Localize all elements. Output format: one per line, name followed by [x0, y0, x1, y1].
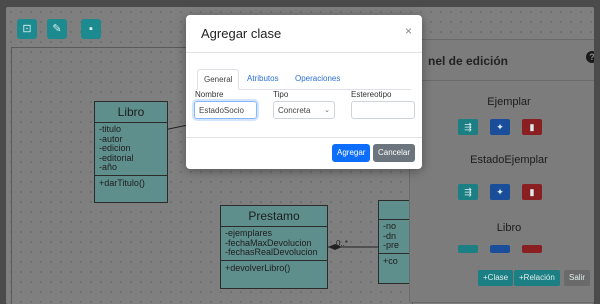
edit-button[interactable]: ✦ — [490, 184, 510, 200]
stereotype-input[interactable] — [351, 101, 415, 119]
chevron-down-icon: ⌄ — [324, 107, 330, 114]
edit-panel: nel de edición ? Ejemplar ⇶ ✦ ▮ EstadoEj… — [409, 39, 594, 303]
relation-icon: ⇶ — [464, 187, 472, 197]
add-class-dialog: Agregar clase × General Atributos Operac… — [186, 15, 422, 169]
panel-item-label: Libro — [496, 222, 522, 234]
class-name: Prestamo — [221, 206, 327, 227]
class-operations: +devolverLibro() — [221, 261, 327, 275]
add-relation-button[interactable]: +Relación — [514, 270, 560, 286]
relation-button[interactable]: ⇶ — [458, 184, 478, 200]
class-attributes: -titulo -autor -edicion -editorial -año — [95, 123, 167, 176]
type-label: Tipo — [273, 90, 289, 99]
dialog-title: Agregar clase — [201, 26, 282, 41]
tab-atributos[interactable]: Atributos — [241, 69, 285, 88]
dialog-divider — [186, 52, 422, 53]
tab-operaciones[interactable]: Operaciones — [289, 69, 346, 88]
operation: +darTitulo() — [99, 177, 145, 188]
relation-button[interactable]: ⇶ — [458, 119, 478, 135]
attribute: -fechasRealDevolucion — [225, 247, 318, 257]
uml-class-prestamo[interactable]: Prestamo -ejemplares -fechaMaxDevolucion… — [220, 205, 328, 289]
class-attributes: -ejemplares -fechaMaxDevolucion -fechasR… — [221, 227, 327, 261]
delete-button[interactable]: ▮ — [522, 184, 542, 200]
trash-icon: ▮ — [529, 122, 535, 132]
edit-panel-title: nel de edición — [428, 54, 509, 68]
close-icon[interactable]: × — [405, 24, 412, 38]
dialog-tabs: General Atributos Operaciones — [196, 69, 411, 90]
trash-icon: ▮ — [529, 187, 535, 197]
operation: +devolverLibro() — [225, 262, 291, 273]
relation-button[interactable] — [458, 245, 478, 253]
edit-panel-header: nel de edición ? — [410, 40, 594, 81]
class-name: Libro — [95, 102, 167, 123]
delete-button[interactable]: ▮ — [522, 119, 542, 135]
type-select-value: Concreta — [278, 106, 311, 115]
name-input[interactable]: EstadoSocio — [194, 101, 257, 119]
add-button[interactable]: Agregar — [332, 144, 371, 162]
exit-button[interactable]: Salir — [564, 270, 591, 286]
stereotype-label: Estereotipo — [351, 90, 392, 99]
type-select[interactable]: Concreta ⌄ — [273, 101, 335, 119]
name-label: Nombre — [195, 90, 224, 99]
multiplicity-label: 0..* — [336, 239, 349, 248]
add-class-button[interactable]: +Clase — [478, 270, 514, 286]
edit-button[interactable]: ✦ — [490, 119, 510, 135]
attribute: -año — [99, 162, 118, 172]
panel-item-label: EstadoEjemplar — [470, 154, 548, 166]
wrench-icon: ✦ — [496, 187, 504, 197]
edit-button[interactable] — [490, 245, 510, 253]
uml-class-libro[interactable]: Libro -titulo -autor -edicion -editorial… — [94, 101, 168, 203]
wrench-icon: ✦ — [496, 122, 504, 132]
delete-button[interactable] — [522, 245, 542, 253]
cancel-button[interactable]: Cancelar — [373, 144, 416, 162]
relation-icon: ⇶ — [464, 122, 472, 132]
help-icon[interactable]: ? — [586, 51, 594, 63]
tab-general[interactable]: General — [197, 69, 240, 90]
panel-item-label: Ejemplar — [487, 96, 531, 108]
dialog-footer-divider — [186, 137, 422, 138]
class-operations: +darTitulo() — [95, 176, 167, 190]
